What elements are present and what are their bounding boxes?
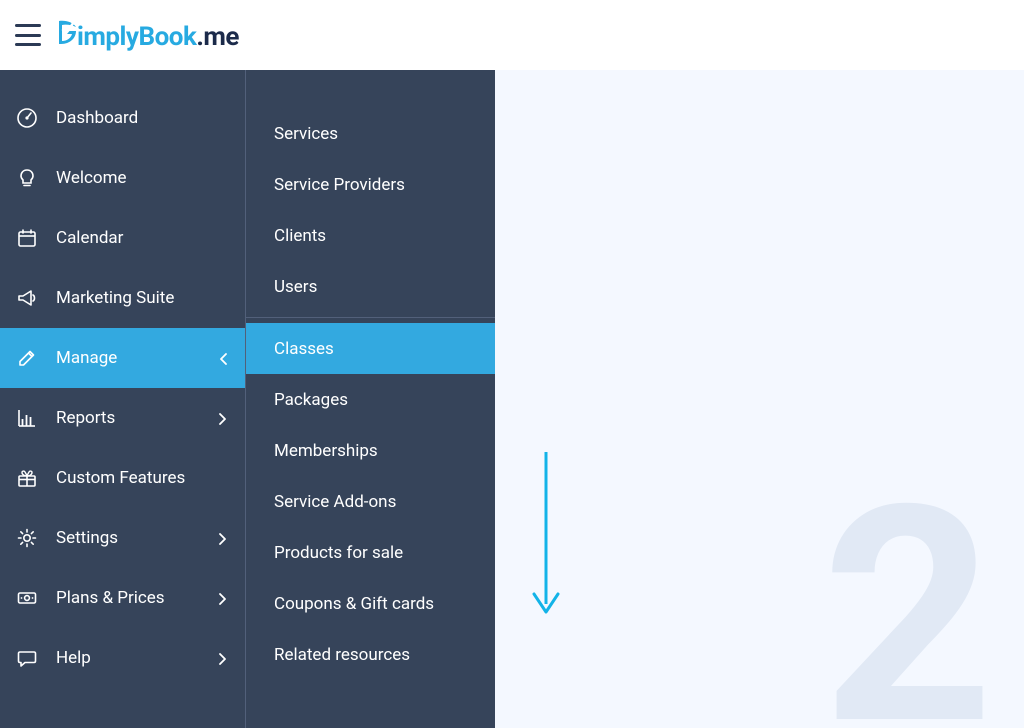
sidebar-item-dashboard[interactable]: Dashboard [0, 88, 245, 148]
sidebar-item-label: Calendar [56, 228, 123, 248]
gear-icon [16, 527, 38, 549]
pencil-icon [16, 347, 38, 369]
money-icon [16, 587, 38, 609]
sidebar-item-reports[interactable]: Reports [0, 388, 245, 448]
chevron-right-icon [219, 593, 229, 603]
sidebar-submenu: Services Service Providers Clients Users Cla… [245, 70, 495, 728]
submenu-item-label: Services [274, 124, 338, 144]
submenu-item-products-for-sale[interactable]: Products for sale [246, 527, 495, 578]
submenu-item-memberships[interactable]: Memberships [246, 425, 495, 476]
logo-text-1: imply [77, 22, 139, 52]
sidebar-item-manage[interactable]: Manage [0, 328, 245, 388]
submenu-item-label: Service Providers [274, 175, 405, 195]
sidebar-item-label: Dashboard [56, 108, 138, 128]
submenu-item-service-add-ons[interactable]: Service Add-ons [246, 476, 495, 527]
submenu-divider [246, 317, 495, 318]
submenu-item-packages[interactable]: Packages [246, 374, 495, 425]
submenu-item-service-providers[interactable]: Service Providers [246, 159, 495, 210]
submenu-item-classes[interactable]: Classes [246, 323, 495, 374]
sidebar-item-welcome[interactable]: Welcome [0, 148, 245, 208]
calendar-icon [16, 227, 38, 249]
chat-icon [16, 647, 38, 669]
submenu-item-label: Related resources [274, 645, 410, 665]
sidebar-item-marketing-suite[interactable]: Marketing Suite [0, 268, 245, 328]
sidebar-item-help[interactable]: Help [0, 628, 245, 688]
megaphone-icon [16, 287, 38, 309]
submenu-item-label: Packages [274, 390, 348, 410]
submenu-item-related-resources[interactable]: Related resources [246, 629, 495, 680]
sidebar-item-label: Welcome [56, 168, 127, 188]
sidebar-item-label: Settings [56, 528, 118, 548]
sidebar-item-calendar[interactable]: Calendar [0, 208, 245, 268]
chevron-right-icon [219, 413, 229, 423]
lightbulb-icon [16, 167, 38, 189]
submenu-item-label: Clients [274, 226, 326, 246]
sidebar-item-label: Custom Features [56, 468, 185, 488]
chevron-right-icon [219, 353, 229, 363]
topbar: imply Book .me [0, 0, 1024, 70]
chevron-right-icon [219, 653, 229, 663]
step-number-watermark: 2 [822, 468, 994, 728]
submenu-item-label: Users [274, 277, 317, 297]
chevron-right-icon [219, 533, 229, 543]
submenu-item-coupons-gift-cards[interactable]: Coupons & Gift cards [246, 578, 495, 629]
submenu-item-label: Classes [274, 339, 334, 359]
hamburger-menu-button[interactable] [15, 24, 41, 46]
logo-text-3: .me [196, 22, 239, 52]
sidebar-item-label: Marketing Suite [56, 288, 174, 308]
logo-text-2: Book [139, 22, 197, 52]
sidebar-item-plans-prices[interactable]: Plans & Prices [0, 568, 245, 628]
workspace: 2 Dashboard Welcome Calendar Marketing Suit… [0, 70, 1024, 728]
submenu-item-clients[interactable]: Clients [246, 210, 495, 261]
sidebar-item-custom-features[interactable]: Custom Features [0, 448, 245, 508]
sidebar-item-label: Plans & Prices [56, 588, 165, 608]
gauge-icon [16, 107, 38, 129]
submenu-item-users[interactable]: Users [246, 261, 495, 312]
sidebar-item-label: Manage [56, 348, 117, 368]
barchart-icon [16, 407, 38, 429]
logo[interactable]: imply Book .me [55, 19, 239, 52]
sidebar-item-label: Reports [56, 408, 115, 428]
sidebar-primary: Dashboard Welcome Calendar Marketing Suite M… [0, 70, 245, 728]
sidebar-item-settings[interactable]: Settings [0, 508, 245, 568]
sidebar-item-label: Help [56, 648, 91, 668]
submenu-item-label: Memberships [274, 441, 378, 461]
gift-icon [16, 467, 38, 489]
logo-check-icon [55, 19, 79, 45]
submenu-item-label: Products for sale [274, 543, 403, 563]
submenu-item-label: Service Add-ons [274, 492, 396, 512]
submenu-item-label: Coupons & Gift cards [274, 594, 434, 614]
submenu-item-services[interactable]: Services [246, 108, 495, 159]
